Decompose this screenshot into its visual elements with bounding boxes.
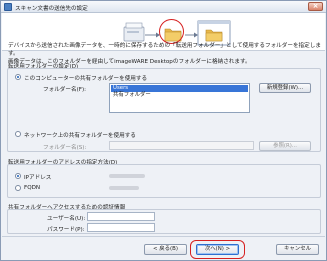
- local-folder-radio-label: このコンピューターの共有フォルダーを使用する: [24, 76, 148, 82]
- folder-listbox[interactable]: Users 共有フォルダー: [109, 83, 250, 113]
- ip-address-radio[interactable]: [15, 173, 21, 179]
- username-label: ユーザー名(U):: [47, 216, 86, 222]
- close-button[interactable]: ×: [308, 2, 323, 11]
- dialog-window: スキャン文書の送信先の設定 × デバイスから送信された画像データを、一時的に保存…: [0, 0, 327, 261]
- network-folder-radio-label: ネットワーク上の共有フォルダーを使用する: [24, 133, 136, 139]
- arrow-icon: [185, 32, 198, 38]
- description-line-1: デバイスから送信された画像データを、一時的に保存するための「転送用フォルダー」と…: [8, 43, 321, 57]
- browse-button[interactable]: 参照(R)...: [259, 141, 311, 151]
- arrow-icon: [145, 32, 160, 38]
- highlight-ring: [159, 19, 184, 44]
- ip-address-value: [109, 174, 145, 178]
- cancel-button[interactable]: キャンセル: [276, 244, 319, 255]
- address-group: [7, 164, 321, 198]
- app-icon: [4, 3, 12, 11]
- network-folder-radio[interactable]: [15, 131, 21, 137]
- folder-name-label: フォルダー名(F):: [43, 87, 87, 93]
- local-folder-radio[interactable]: [15, 74, 21, 80]
- fqdn-value: [109, 186, 139, 190]
- ip-address-label: IPアドレス: [24, 175, 52, 181]
- password-input[interactable]: [87, 223, 155, 232]
- new-share-button[interactable]: 新規登録(W)...: [259, 83, 311, 93]
- folder-list-item[interactable]: 共有フォルダー: [111, 92, 248, 99]
- highlight-box: [190, 240, 245, 259]
- username-input[interactable]: [87, 212, 155, 221]
- window-title: スキャン文書の送信先の設定: [15, 6, 88, 12]
- fqdn-label: FQDN: [24, 185, 41, 191]
- password-label: パスワード(P):: [47, 227, 85, 233]
- folder-list-item[interactable]: Users: [111, 85, 248, 92]
- network-folder-label: フォルダー名(S):: [43, 145, 87, 151]
- fqdn-radio[interactable]: [15, 185, 21, 191]
- back-button[interactable]: < 戻る(B): [144, 244, 187, 255]
- network-folder-input[interactable]: [109, 141, 254, 150]
- title-bar: スキャン文書の送信先の設定 ×: [1, 1, 326, 13]
- footer-separator: [2, 236, 325, 237]
- scanner-icon: [123, 22, 145, 42]
